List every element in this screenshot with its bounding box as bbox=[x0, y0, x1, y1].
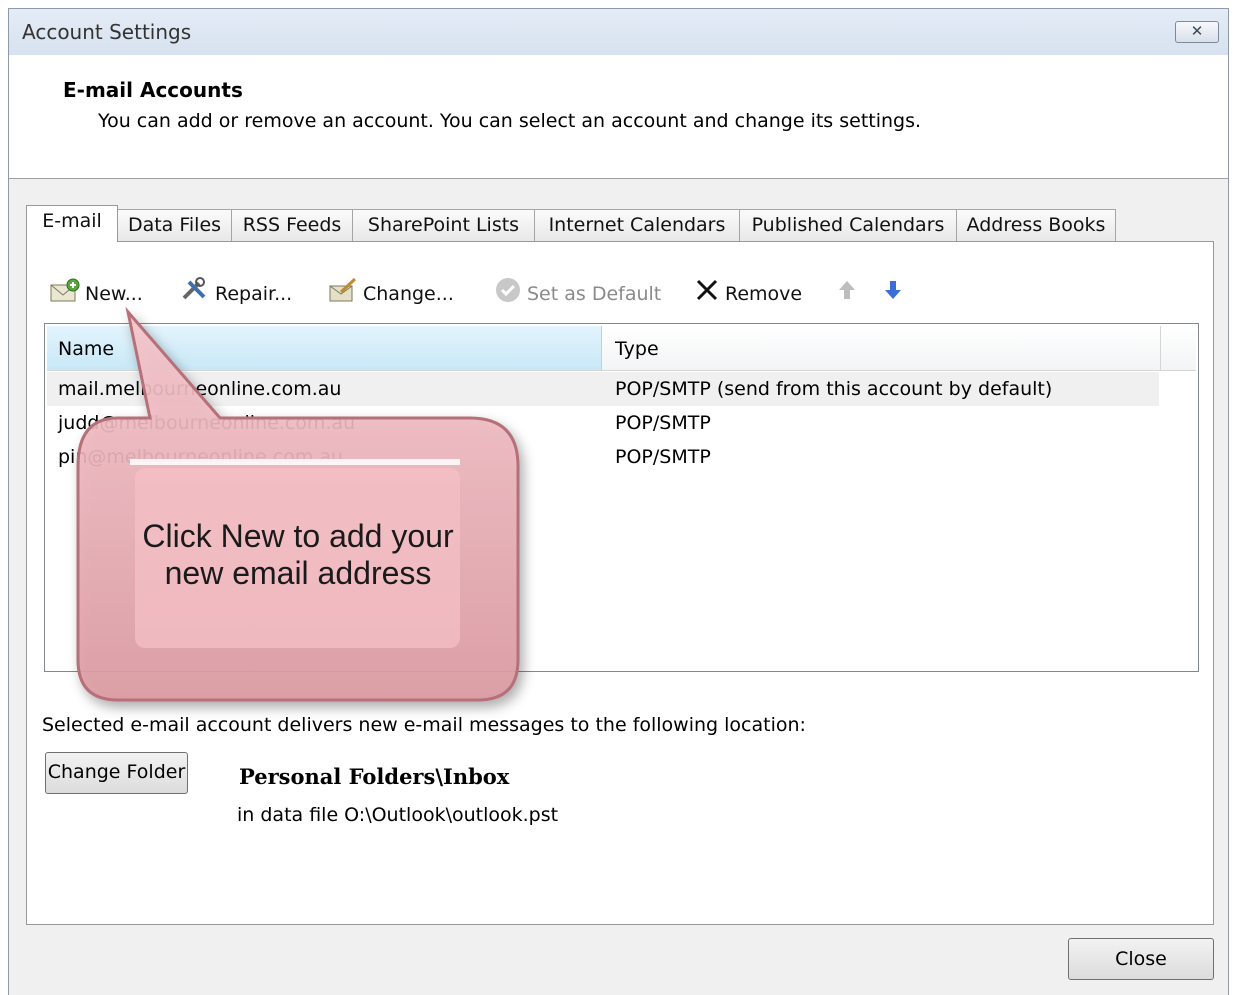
tab-address-books[interactable]: Address Books bbox=[956, 209, 1116, 241]
move-down-button[interactable] bbox=[881, 276, 909, 306]
table-row[interactable]: mail.melbourneonline.com.au POP/SMTP (se… bbox=[47, 372, 1159, 406]
table-row[interactable]: judd@melbourneonline.com.au POP/SMTP bbox=[47, 406, 1159, 440]
account-type: POP/SMTP (send from this account by defa… bbox=[615, 378, 1053, 400]
change-button[interactable]: Change... bbox=[327, 276, 454, 306]
account-type: POP/SMTP bbox=[615, 412, 711, 434]
remove-button-label: Remove bbox=[725, 283, 803, 305]
arrow-up-icon bbox=[835, 276, 859, 313]
table-row[interactable]: pin@melbourneonline.com.au POP/SMTP bbox=[47, 440, 1159, 474]
close-icon: ✕ bbox=[1190, 22, 1204, 40]
repair-button[interactable]: Repair... bbox=[179, 276, 292, 306]
list-header: Name Type bbox=[47, 326, 1196, 371]
move-up-button[interactable] bbox=[835, 276, 863, 306]
tab-rss-feeds[interactable]: RSS Feeds bbox=[231, 209, 353, 241]
tab-data-files[interactable]: Data Files bbox=[117, 209, 232, 241]
tab-sharepoint-lists[interactable]: SharePoint Lists bbox=[352, 209, 535, 241]
repair-button-label: Repair... bbox=[215, 283, 293, 305]
section-description: You can add or remove an account. You ca… bbox=[98, 110, 922, 132]
title-bar: Account Settings ✕ bbox=[9, 9, 1228, 56]
remove-button[interactable]: Remove bbox=[693, 276, 802, 306]
delivery-data-file-path: in data file O:\Outlook\outlook.pst bbox=[237, 804, 559, 826]
change-folder-button[interactable]: Change Folder bbox=[45, 752, 188, 794]
callout-line-2: new email address bbox=[164, 555, 432, 591]
header-section: E-mail Accounts You can add or remove an… bbox=[9, 55, 1228, 179]
callout-line-1: Click New to add your bbox=[142, 518, 454, 554]
account-name: mail.melbourneonline.com.au bbox=[58, 378, 342, 400]
column-header-name[interactable]: Name bbox=[47, 326, 602, 370]
change-button-label: Change... bbox=[363, 283, 454, 305]
tab-internet-calendars[interactable]: Internet Calendars bbox=[534, 209, 740, 241]
new-account-icon bbox=[49, 276, 81, 313]
delivery-folder-name: Personal Folders\Inbox bbox=[239, 764, 510, 789]
new-button-label: New... bbox=[85, 283, 143, 305]
check-circle-icon bbox=[493, 276, 523, 313]
new-button[interactable]: New... bbox=[49, 276, 143, 306]
callout-text: Click New to add your new email address bbox=[118, 518, 478, 592]
account-settings-window: Account Settings ✕ E-mail Accounts You c… bbox=[8, 8, 1229, 995]
tools-icon bbox=[179, 276, 211, 313]
remove-x-icon bbox=[693, 276, 721, 313]
set-default-button[interactable]: Set as Default bbox=[493, 276, 661, 306]
close-button[interactable]: Close bbox=[1068, 938, 1214, 980]
delivery-location-text: Selected e-mail account delivers new e-m… bbox=[42, 714, 806, 736]
column-header-type[interactable]: Type bbox=[603, 326, 1161, 370]
account-type: POP/SMTP bbox=[615, 446, 711, 468]
set-default-label: Set as Default bbox=[527, 283, 662, 305]
account-name: judd@melbourneonline.com.au bbox=[58, 412, 356, 434]
tab-published-calendars[interactable]: Published Calendars bbox=[739, 209, 957, 241]
window-close-button[interactable]: ✕ bbox=[1175, 21, 1219, 43]
window-title: Account Settings bbox=[22, 20, 192, 44]
accounts-list: Name Type mail.melbourneonline.com.au PO… bbox=[44, 323, 1199, 672]
arrow-down-icon bbox=[881, 276, 905, 313]
tab-email[interactable]: E-mail bbox=[26, 205, 118, 242]
account-name: pin@melbourneonline.com.au bbox=[58, 446, 344, 468]
change-icon bbox=[327, 276, 359, 313]
section-title: E-mail Accounts bbox=[63, 78, 243, 102]
